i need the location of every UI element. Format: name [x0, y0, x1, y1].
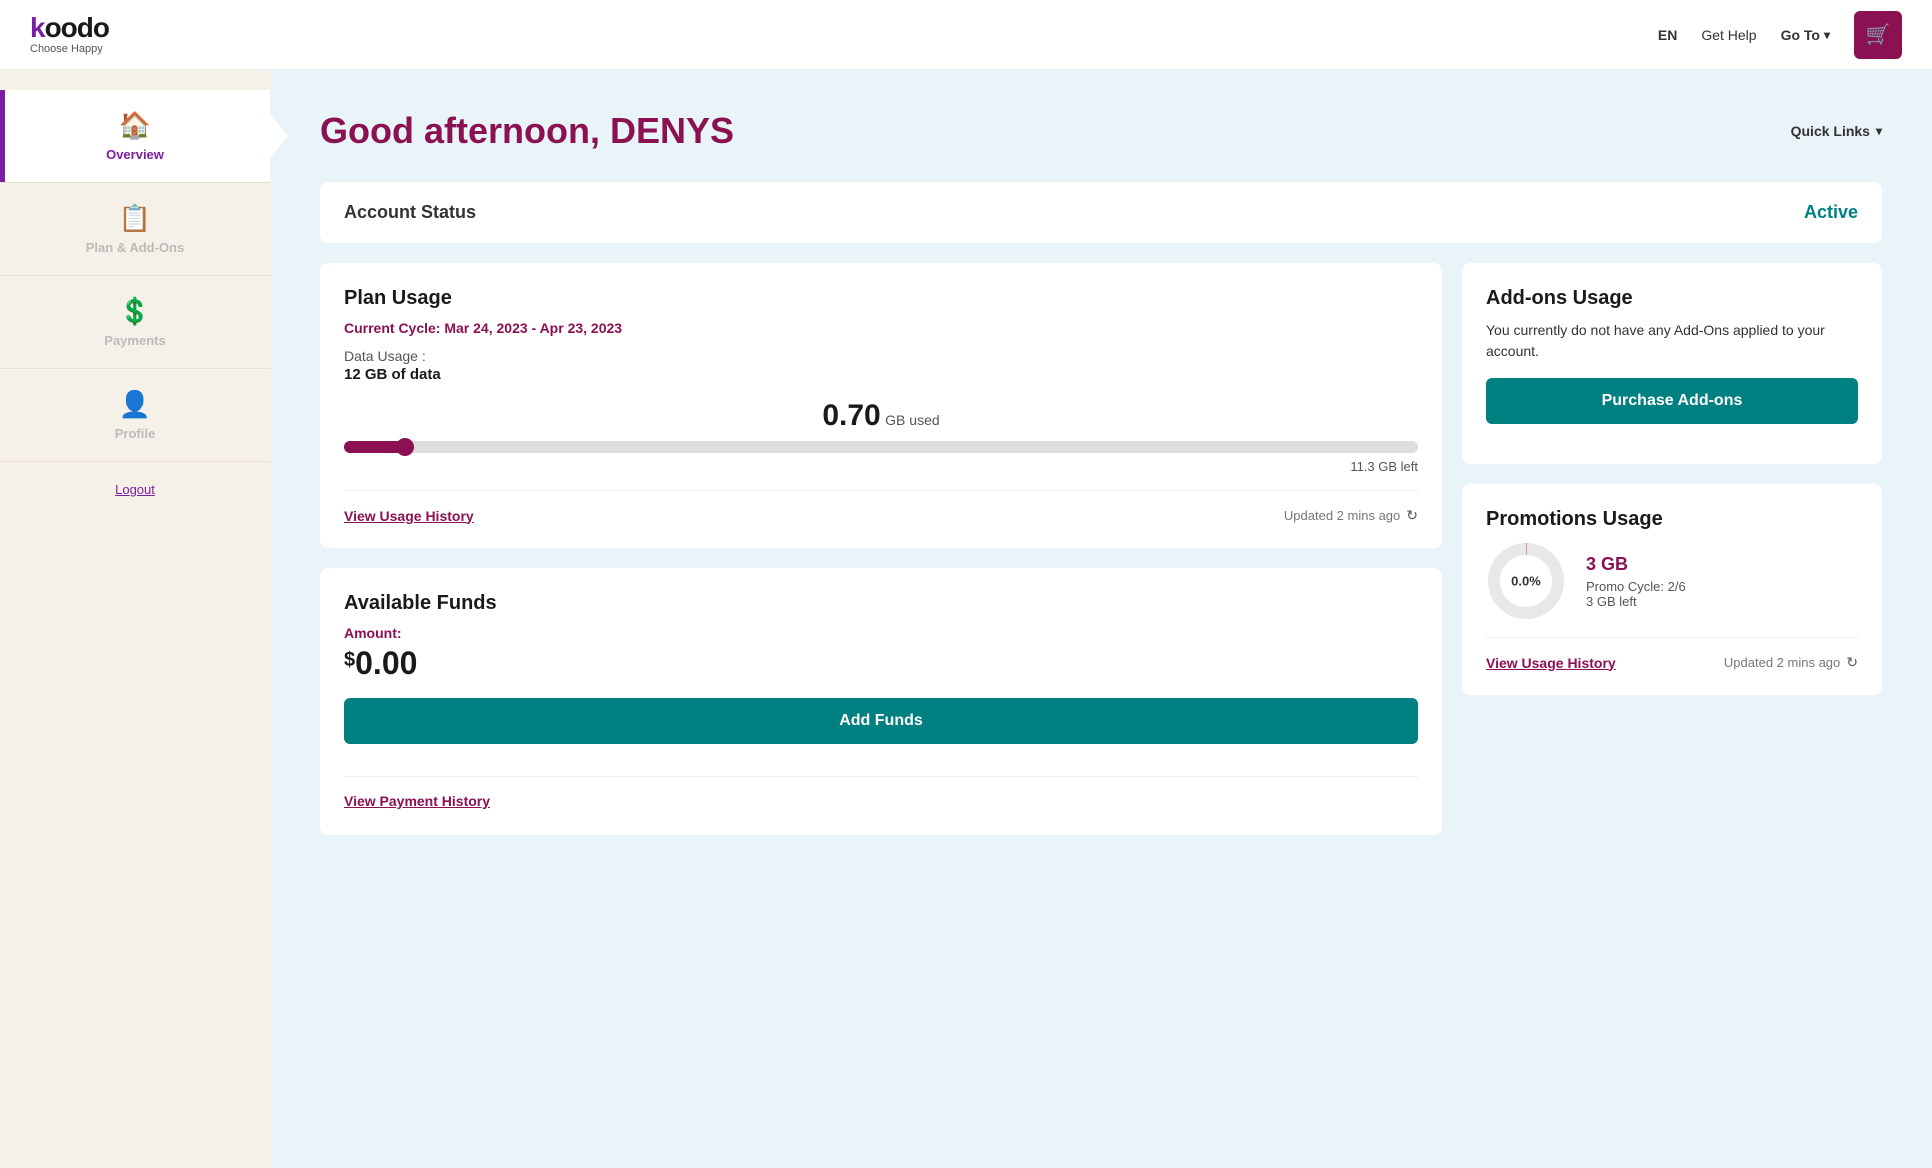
progress-bar-container [344, 441, 1418, 453]
sidebar-label-plan: Plan & Add-Ons [86, 240, 184, 255]
greeting-row: Good afternoon, DENYS Quick Links ▾ [320, 110, 1882, 152]
cart-icon: 🛒 [1866, 22, 1891, 47]
header-right: EN Get Help Go To ▾ 🛒 [1658, 11, 1902, 59]
account-status-value: Active [1804, 202, 1858, 223]
plan-usage-title: Plan Usage [344, 287, 1418, 310]
main-content: Good afternoon, DENYS Quick Links ▾ Acco… [270, 70, 1932, 1168]
logo-tagline: Choose Happy [30, 44, 109, 55]
sidebar-item-profile[interactable]: 👤 Profile [0, 369, 270, 462]
purchase-addons-button[interactable]: Purchase Add-ons [1486, 378, 1858, 424]
sidebar-item-plan-addons[interactable]: 📋 Plan & Add-Ons [0, 183, 270, 276]
available-funds-card: Available Funds Amount: $0.00 Add Funds … [320, 568, 1442, 835]
sidebar: 🏠 Overview 📋 Plan & Add-Ons 💲 Payments 👤… [0, 70, 270, 1168]
refresh-icon-plan[interactable]: ↻ [1406, 507, 1418, 524]
progress-bar-fill [344, 441, 406, 453]
logout-link[interactable]: Logout [115, 482, 155, 497]
get-help-link[interactable]: Get Help [1701, 27, 1756, 43]
addons-usage-card: Add-ons Usage You currently do not have … [1462, 263, 1882, 464]
goto-label: Go To [1781, 27, 1820, 43]
greeting-text: Good afternoon, DENYS [320, 110, 734, 152]
view-history-row-plan: View Usage History Updated 2 mins ago ↻ [344, 507, 1418, 524]
quick-links-chevron-icon: ▾ [1876, 124, 1882, 138]
promo-cycle: Promo Cycle: 2/6 [1586, 579, 1686, 594]
data-usage-label: Data Usage : [344, 348, 1418, 364]
sidebar-logout[interactable]: Logout [0, 462, 270, 517]
refresh-icon-promo[interactable]: ↻ [1846, 654, 1858, 671]
cart-button[interactable]: 🛒 [1854, 11, 1902, 59]
profile-icon: 👤 [119, 389, 151, 420]
promo-left: 3 GB left [1586, 594, 1686, 609]
available-funds-title: Available Funds [344, 592, 1418, 615]
amount-decimal: .00 [373, 645, 417, 681]
header: koodo Choose Happy EN Get Help Go To ▾ 🛒 [0, 0, 1932, 70]
promo-details: 3 GB Promo Cycle: 2/6 3 GB left [1586, 554, 1686, 609]
main-layout: 🏠 Overview 📋 Plan & Add-Ons 💲 Payments 👤… [0, 70, 1932, 1168]
sidebar-item-overview[interactable]: 🏠 Overview [0, 90, 270, 183]
amount-label: Amount: [344, 625, 1418, 641]
usage-center: 0.70 GB used [344, 399, 1418, 433]
promotions-title: Promotions Usage [1486, 508, 1858, 531]
cards-right: Add-ons Usage You currently do not have … [1462, 263, 1882, 835]
language-toggle[interactable]: EN [1658, 27, 1677, 43]
add-funds-button[interactable]: Add Funds [344, 698, 1418, 744]
promotions-row: 0.0% 3 GB Promo Cycle: 2/6 3 GB left [1486, 541, 1858, 621]
donut-label: 0.0% [1511, 574, 1541, 589]
plan-icon: 📋 [119, 203, 151, 234]
cards-left: Plan Usage Current Cycle: Mar 24, 2023 -… [320, 263, 1442, 835]
usage-unit: GB used [885, 412, 939, 428]
card-divider-plan [344, 490, 1418, 491]
account-status-card: Account Status Active [320, 182, 1882, 243]
updated-text-plan: Updated 2 mins ago ↻ [1284, 507, 1418, 524]
promo-gb: 3 GB [1586, 554, 1686, 575]
view-history-row-promo: View Usage History Updated 2 mins ago ↻ [1486, 654, 1858, 671]
cycle-label: Current Cycle: Mar 24, 2023 - Apr 23, 20… [344, 320, 1418, 336]
home-icon: 🏠 [119, 110, 151, 141]
sidebar-label-profile: Profile [115, 426, 155, 441]
account-status-label: Account Status [344, 202, 476, 223]
plan-usage-card: Plan Usage Current Cycle: Mar 24, 2023 -… [320, 263, 1442, 548]
addons-title: Add-ons Usage [1486, 287, 1858, 310]
card-divider-promo [1486, 637, 1858, 638]
data-amount: 12 GB of data [344, 366, 1418, 383]
sidebar-label-overview: Overview [106, 147, 164, 162]
updated-text-promo: Updated 2 mins ago ↻ [1724, 654, 1858, 671]
gb-left: 11.3 GB left [344, 459, 1418, 474]
amount-value: $0.00 [344, 645, 1418, 682]
currency-symbol: $ [344, 649, 355, 672]
cards-row: Plan Usage Current Cycle: Mar 24, 2023 -… [320, 263, 1882, 835]
view-usage-history-link-promo[interactable]: View Usage History [1486, 655, 1616, 671]
view-payment-history-link[interactable]: View Payment History [344, 793, 490, 809]
sidebar-label-payments: Payments [104, 333, 165, 348]
quick-links-dropdown[interactable]: Quick Links ▾ [1791, 123, 1882, 139]
usage-number: 0.70 [822, 399, 880, 432]
payments-icon: 💲 [119, 296, 151, 327]
goto-dropdown[interactable]: Go To ▾ [1781, 27, 1830, 43]
view-usage-history-link-plan[interactable]: View Usage History [344, 508, 474, 524]
sidebar-item-payments[interactable]: 💲 Payments [0, 276, 270, 369]
logo-text: koodo [30, 14, 109, 42]
card-divider-funds [344, 776, 1418, 777]
chevron-down-icon: ▾ [1824, 28, 1830, 42]
promotions-usage-card: Promotions Usage 0.0% 3 GB Promo Cycle: … [1462, 484, 1882, 695]
quick-links-label: Quick Links [1791, 123, 1870, 139]
amount-integer: 0 [355, 645, 373, 681]
donut-chart: 0.0% [1486, 541, 1566, 621]
addons-description: You currently do not have any Add-Ons ap… [1486, 320, 1858, 362]
logo: koodo Choose Happy [30, 14, 109, 55]
